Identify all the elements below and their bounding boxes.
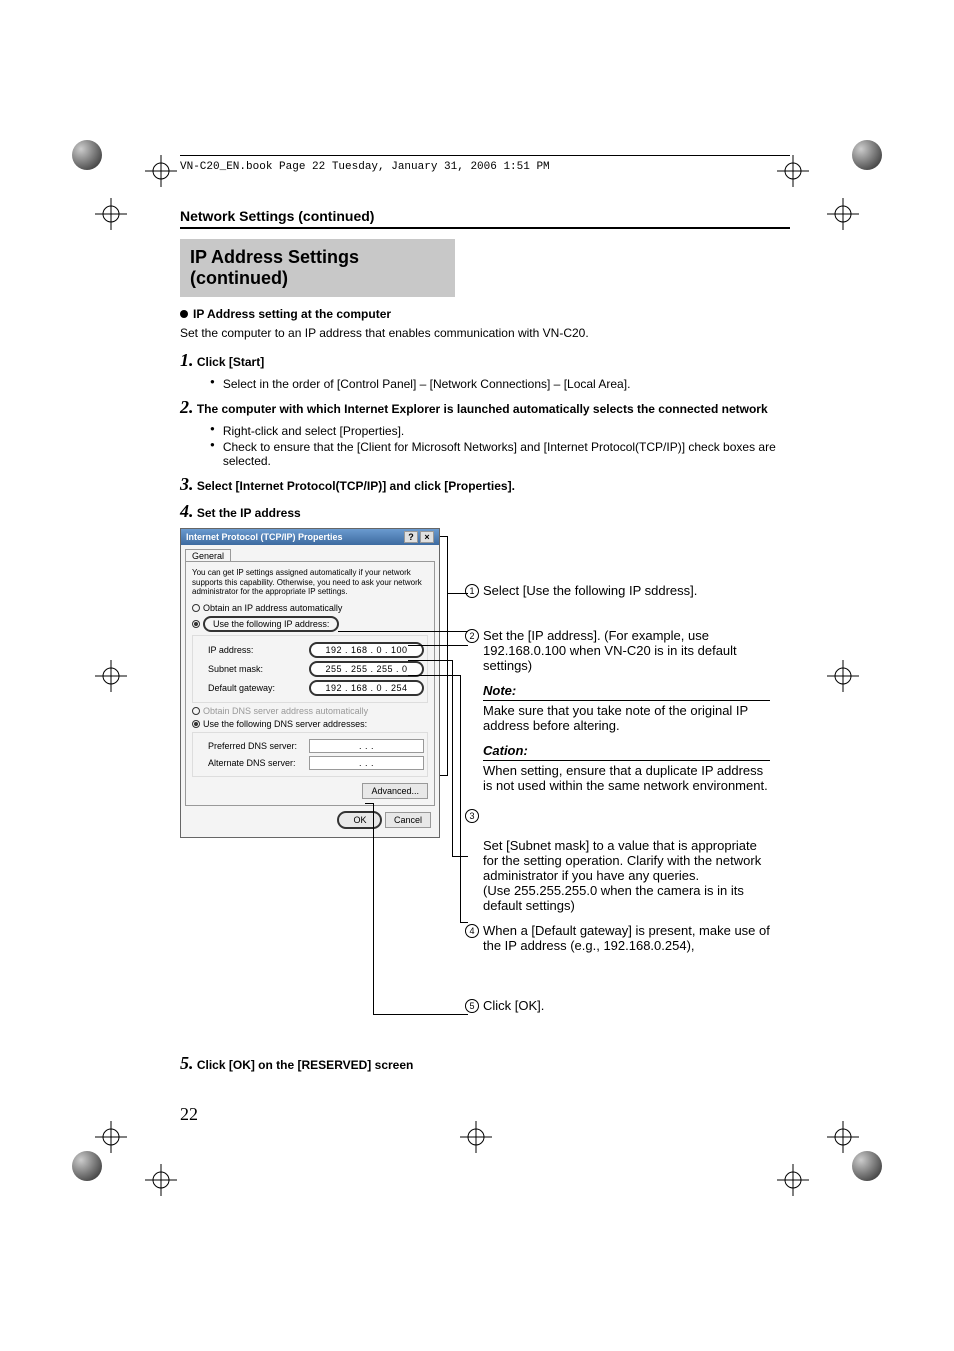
caution-text: When setting, ensure that a duplicate IP… xyxy=(483,763,768,793)
radio-use-dns: Use the following DNS server addresses: xyxy=(192,719,428,729)
crop-target-icon xyxy=(95,198,127,230)
callout-4-icon: 4 xyxy=(465,924,479,938)
print-mark xyxy=(72,1151,102,1181)
subnet-field: 255 . 255 . 255 . 0 xyxy=(309,661,424,677)
adns-field: . . . xyxy=(309,756,424,770)
section-title: Network Settings (continued) xyxy=(180,208,790,229)
leader-bracket xyxy=(440,536,448,776)
adns-label: Alternate DNS server: xyxy=(208,758,296,768)
radio-auto-dns: Obtain DNS server address automatically xyxy=(192,706,428,716)
step-number: 1. xyxy=(180,350,194,370)
step-number: 4. xyxy=(180,501,194,521)
step-title: Click [OK] on the [RESERVED] screen xyxy=(197,1058,414,1072)
step-2: 2. The computer with which Internet Expl… xyxy=(180,397,790,418)
step-1: 1. Click [Start] xyxy=(180,350,790,371)
dialog-titlebar: Internet Protocol (TCP/IP) Properties ? … xyxy=(181,529,439,545)
crop-target-icon xyxy=(145,155,177,187)
step-4: 4. Set the IP address xyxy=(180,501,790,522)
note-text: Make sure that you take note of the orig… xyxy=(483,703,748,733)
dialog-screenshot: Internet Protocol (TCP/IP) Properties ? … xyxy=(180,528,440,1023)
callout-5-icon: 5 xyxy=(465,999,479,1013)
step-number: 5. xyxy=(180,1053,194,1073)
crop-target-icon xyxy=(460,1121,492,1153)
annot-2-text: Set the [IP address]. (For example, use … xyxy=(483,628,737,673)
intro-text: Set the computer to an IP address that e… xyxy=(180,326,790,340)
annot-5: 5 Click [OK]. xyxy=(465,998,770,1013)
annot-caution: Cation: When setting, ensure that a dupl… xyxy=(465,743,770,793)
print-mark xyxy=(852,140,882,170)
step-5: 5. Click [OK] on the [RESERVED] screen xyxy=(180,1053,790,1074)
step-title: Select [Internet Protocol(TCP/IP)] and c… xyxy=(197,479,515,493)
step-number: 3. xyxy=(180,474,194,494)
step-title: Click [Start] xyxy=(197,355,264,369)
crop-target-icon xyxy=(95,1121,127,1153)
step-2-bullet-1: Right-click and select [Properties]. xyxy=(180,424,790,438)
gateway-field: 192 . 168 . 0 . 254 xyxy=(309,680,424,696)
banner-title: IP Address Settings (continued) xyxy=(180,239,455,297)
annot-3: 3 Set [Subnet mask] to a value that is a… xyxy=(465,808,770,913)
annot-note: Note: Make sure that you take note of th… xyxy=(465,683,770,733)
crop-target-icon xyxy=(827,198,859,230)
caution-label: Cation: xyxy=(483,743,528,758)
ip-field: 192 . 168 . 0 . 100 xyxy=(309,642,424,658)
subnet-label: Subnet mask: xyxy=(208,664,263,674)
bullet-dot-icon xyxy=(180,310,188,318)
pdns-label: Preferred DNS server: xyxy=(208,741,297,751)
leader-line xyxy=(373,803,374,1014)
crop-target-icon xyxy=(827,660,859,692)
sub-heading: IP Address setting at the computer xyxy=(180,307,790,321)
crop-target-icon xyxy=(95,660,127,692)
annot-4-text: When a [Default gateway] is present, mak… xyxy=(483,923,770,953)
note-label: Note: xyxy=(483,683,516,698)
dialog-title-text: Internet Protocol (TCP/IP) Properties xyxy=(186,532,343,542)
annot-4: 4 When a [Default gateway] is present, m… xyxy=(465,923,770,953)
callout-1-icon: 1 xyxy=(465,584,479,598)
leader-line xyxy=(373,1014,468,1015)
step-title: The computer with which Internet Explore… xyxy=(197,402,768,416)
dialog-intro: You can get IP settings assigned automat… xyxy=(192,568,428,597)
leader-line xyxy=(365,803,373,804)
annot-2: 2 Set the [IP address]. (For example, us… xyxy=(465,628,770,673)
callout-2-icon: 2 xyxy=(465,629,479,643)
help-icon: ? xyxy=(404,531,418,543)
ip-label: IP address: xyxy=(208,645,253,655)
advanced-button: Advanced... xyxy=(362,783,428,799)
leader-line xyxy=(408,675,460,676)
step-2-bullet-2: Check to ensure that the [Client for Mic… xyxy=(180,440,790,468)
crop-target-icon xyxy=(777,1164,809,1196)
sub-heading-text: IP Address setting at the computer xyxy=(193,307,391,321)
header-meta: VN-C20_EN.book Page 22 Tuesday, January … xyxy=(180,155,790,173)
leader-line xyxy=(408,645,468,646)
step-1-bullet: Select in the order of [Control Panel] –… xyxy=(180,377,790,391)
step-title: Set the IP address xyxy=(197,506,301,520)
annot-5-text: Click [OK]. xyxy=(483,998,544,1013)
crop-target-icon xyxy=(827,1121,859,1153)
callout-3-icon: 3 xyxy=(465,809,479,823)
annot-1: 1 Select [Use the following IP sddress]. xyxy=(465,583,770,598)
pdns-field: . . . xyxy=(309,739,424,753)
gateway-label: Default gateway: xyxy=(208,683,275,693)
print-mark xyxy=(72,140,102,170)
annot-1-text: Select [Use the following IP sddress]. xyxy=(483,583,697,598)
close-icon: × xyxy=(420,531,434,543)
leader-line xyxy=(452,660,453,856)
step-number: 2. xyxy=(180,397,194,417)
radio-auto-ip: Obtain an IP address automatically xyxy=(192,603,428,613)
leader-line xyxy=(460,675,461,922)
page-number: 22 xyxy=(180,1104,790,1125)
crop-target-icon xyxy=(145,1164,177,1196)
annotations: 1 Select [Use the following IP sddress].… xyxy=(465,528,770,1023)
leader-line xyxy=(338,631,468,632)
cancel-button: Cancel xyxy=(385,812,431,828)
annot-3-text: Set [Subnet mask] to a value that is app… xyxy=(483,838,761,913)
radio-use-ip: Use the following IP address: xyxy=(192,616,428,632)
print-mark xyxy=(852,1151,882,1181)
ok-button: OK xyxy=(337,811,382,829)
step-3: 3. Select [Internet Protocol(TCP/IP)] an… xyxy=(180,474,790,495)
